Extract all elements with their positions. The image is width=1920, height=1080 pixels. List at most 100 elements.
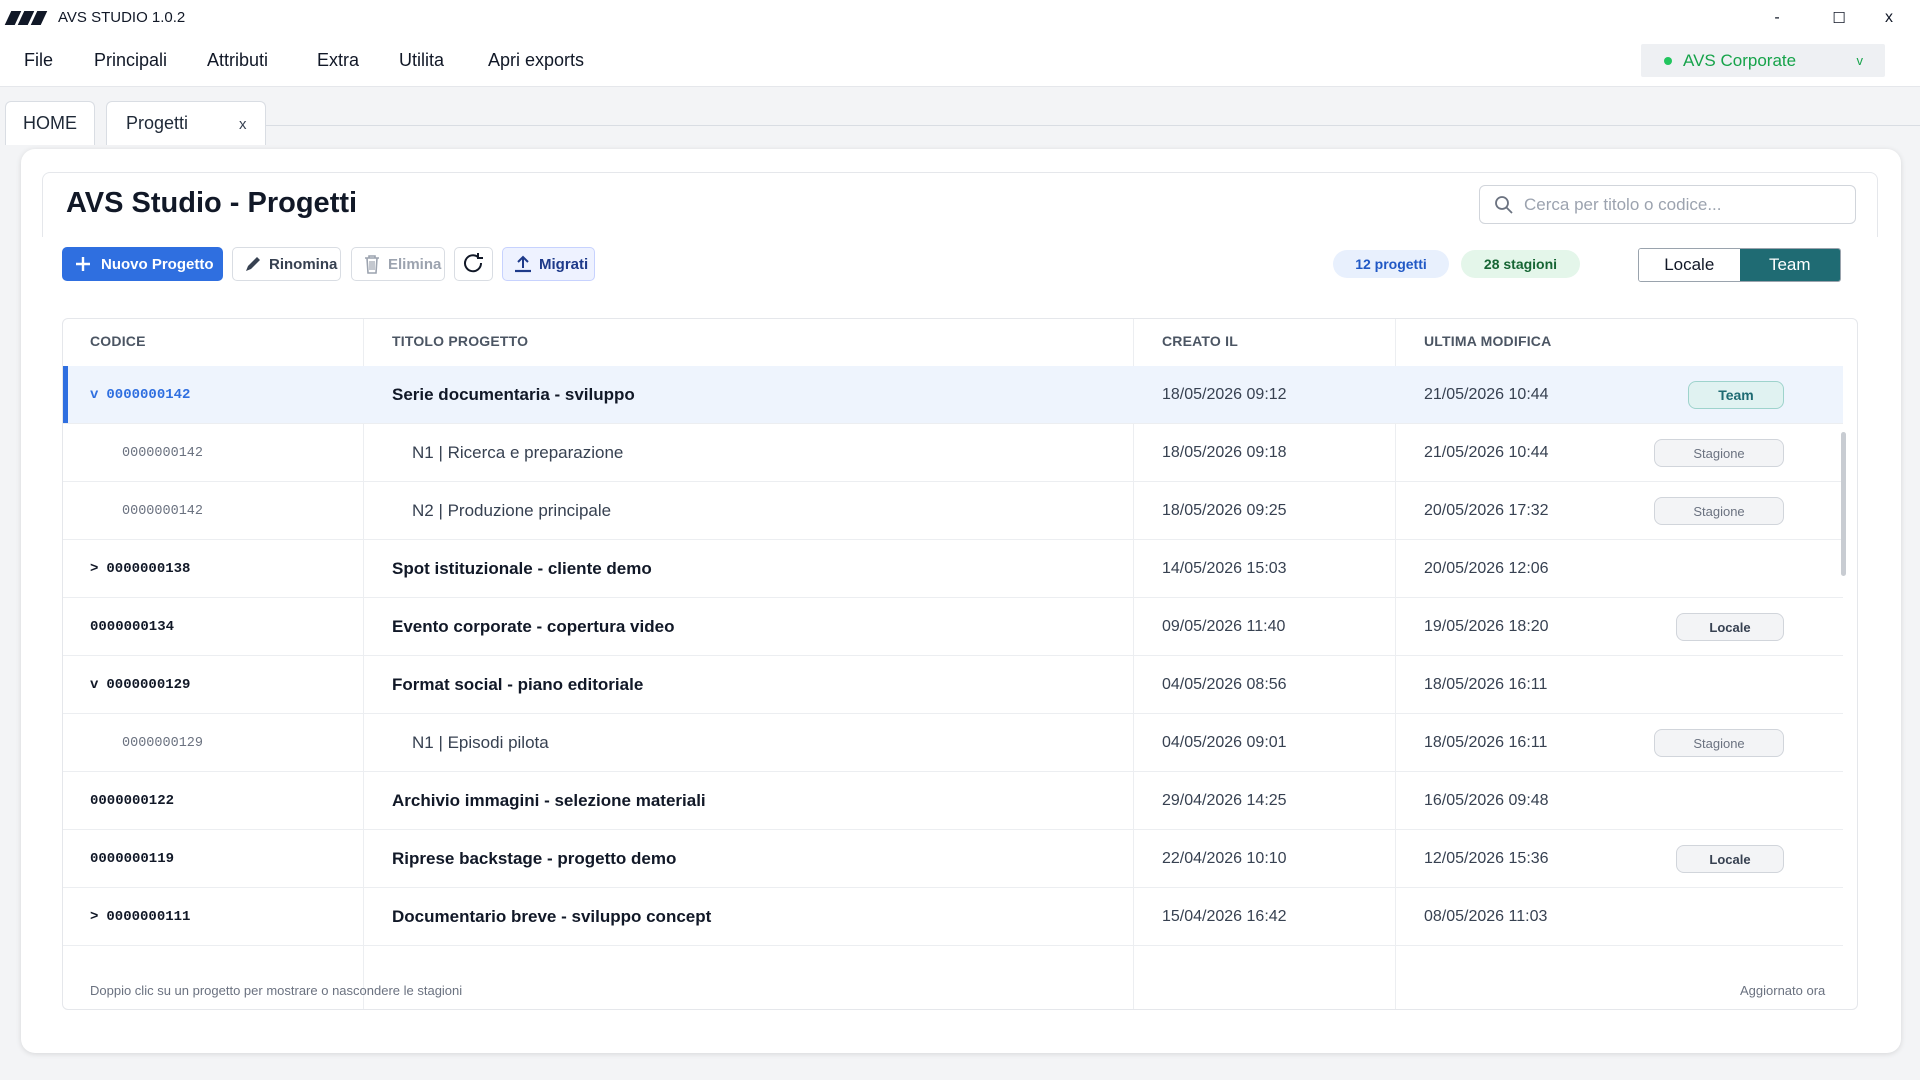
- search-icon: [1494, 195, 1514, 215]
- view-toggle: Locale Team: [1638, 248, 1841, 282]
- tab-home[interactable]: HOME: [5, 101, 95, 145]
- tab-progetti-label: Progetti: [126, 113, 189, 133]
- code-text: 0000000122: [90, 793, 175, 809]
- account-name: AVS Corporate: [1683, 50, 1797, 70]
- project-row[interactable]: 0000000122 Archivio immagini - selezione …: [63, 772, 1843, 830]
- tab-close-icon[interactable]: x: [239, 116, 247, 133]
- status-badge: Stagione: [1654, 497, 1784, 525]
- code-text: 0000000129: [106, 677, 191, 693]
- cell-title: Serie documentaria - sviluppo: [392, 385, 635, 404]
- code-text: 0000000142: [106, 387, 191, 403]
- cell-code: 0000000122: [90, 772, 174, 830]
- title-bar: AVS STUDIO 1.0.2 - ☐ x: [0, 0, 1920, 35]
- cell-created: 22/04/2026 10:10: [1162, 850, 1287, 867]
- close-window-button[interactable]: x: [1865, 0, 1913, 35]
- refresh-icon: [462, 252, 486, 276]
- view-local-option[interactable]: Locale: [1639, 249, 1740, 281]
- cell-code: >0000000138: [90, 540, 190, 598]
- season-row[interactable]: 0000000129 N1 | Episodi pilota 04/05/2026 …: [63, 714, 1843, 772]
- search-box[interactable]: [1479, 185, 1856, 224]
- cell-created: 04/05/2026 08:56: [1162, 676, 1287, 693]
- menu-file[interactable]: File: [24, 50, 53, 71]
- refresh-status: Aggiornato ora: [1740, 983, 1826, 998]
- expand-chevron-icon[interactable]: v: [90, 677, 98, 693]
- page-title: AVS Studio - Progetti: [66, 187, 358, 219]
- code-text: 0000000129: [122, 735, 204, 751]
- status-badge: Locale: [1676, 845, 1784, 873]
- cell-created: 14/05/2026 15:03: [1162, 560, 1287, 577]
- cell-code: 0000000142: [122, 424, 203, 482]
- cell-modified: 08/05/2026 11:03: [1424, 908, 1548, 925]
- app-logo: [4, 10, 48, 25]
- expand-chevron-icon[interactable]: v: [90, 387, 98, 403]
- cell-title: N2 | Produzione principale: [412, 501, 612, 520]
- cell-title: Spot istituzionale - cliente demo: [392, 559, 652, 578]
- cell-modified: 18/05/2026 16:11: [1424, 676, 1548, 693]
- cell-created: 15/04/2026 16:42: [1162, 908, 1287, 925]
- cell-title: N1 | Ricerca e preparazione: [412, 443, 624, 462]
- code-text: 0000000134: [90, 619, 175, 635]
- collapse-chevron-icon[interactable]: >: [90, 909, 98, 925]
- code-text: 0000000142: [122, 445, 204, 461]
- pencil-icon: [241, 252, 265, 276]
- cell-created: 18/05/2026 09:12: [1162, 386, 1287, 403]
- project-row[interactable]: v 0000000142 Serie documentaria - sviluppo…: [63, 366, 1843, 424]
- code-text: 0000000138: [106, 561, 191, 577]
- cell-modified: 21/05/2026 10:44: [1424, 386, 1549, 403]
- header-creato[interactable]: CREATO IL: [1162, 333, 1238, 349]
- cell-modified: 21/05/2026 10:44: [1424, 444, 1549, 461]
- cell-modified: 18/05/2026 16:11: [1424, 734, 1548, 751]
- cell-code: v 0000000129: [90, 656, 190, 714]
- cell-title: Archivio immagini - selezione materiali: [392, 791, 706, 810]
- refresh-button[interactable]: [454, 247, 493, 281]
- delete-button[interactable]: Elimina: [351, 247, 445, 281]
- status-badge: Team: [1688, 381, 1784, 409]
- cell-created: 18/05/2026 09:18: [1162, 444, 1287, 461]
- search-input[interactable]: [1524, 194, 1834, 215]
- minimize-button[interactable]: -: [1753, 0, 1801, 35]
- new-project-button[interactable]: Nuovo Progetto: [62, 247, 223, 281]
- menu-utilita[interactable]: Utilita: [399, 50, 444, 71]
- project-row[interactable]: 0000000134 Evento corporate - copertura v…: [63, 598, 1843, 656]
- cell-created: 09/05/2026 11:40: [1162, 618, 1286, 635]
- seasons-count-badge: 28 stagioni: [1461, 250, 1580, 278]
- menu-bar: File Principali Attributi Extra Utilita …: [0, 35, 1920, 87]
- scrollbar-thumb[interactable]: [1841, 432, 1846, 576]
- cell-created: 29/04/2026 14:25: [1162, 792, 1287, 809]
- project-row[interactable]: v 0000000129 Format social - piano editori…: [63, 656, 1843, 714]
- maximize-button[interactable]: ☐: [1815, 0, 1863, 35]
- cell-code: 0000000134: [90, 598, 174, 656]
- menu-principali[interactable]: Principali: [94, 50, 167, 71]
- cell-created: 18/05/2026 09:25: [1162, 502, 1287, 519]
- rename-button[interactable]: Rinomina: [232, 247, 341, 281]
- cell-modified: 19/05/2026 18:20: [1424, 618, 1549, 635]
- code-text: 0000000119: [90, 851, 175, 867]
- header-modifica[interactable]: ULTIMA MODIFICA: [1424, 333, 1551, 349]
- status-dot-icon: [1664, 56, 1672, 65]
- cell-title: Format social - piano editoriale: [392, 675, 644, 694]
- season-row[interactable]: 0000000142 N1 | Ricerca e preparazione 18/…: [63, 424, 1843, 482]
- menu-apri-exports[interactable]: Apri exports: [488, 50, 584, 71]
- tab-progetti[interactable]: Progetti x: [106, 101, 266, 145]
- menu-extra[interactable]: Extra: [317, 50, 359, 71]
- cell-code: >0000000111: [90, 888, 190, 946]
- account-selector[interactable]: AVS Corporate v: [1641, 44, 1885, 77]
- migrated-label: Migrati: [539, 255, 589, 273]
- project-row[interactable]: >0000000111 Documentario breve - sviluppo…: [63, 888, 1843, 946]
- project-row[interactable]: 0000000119 Riprese backstage - progetto d…: [63, 830, 1843, 888]
- cell-code: 0000000119: [90, 830, 174, 888]
- header-codice[interactable]: CODICE: [90, 333, 146, 349]
- table-hint: Doppio clic su un progetto per mostrare …: [90, 983, 463, 998]
- project-row[interactable]: >0000000138 Spot istituzionale - cliente …: [63, 540, 1843, 598]
- cell-modified: 20/05/2026 12:06: [1424, 560, 1549, 577]
- collapse-chevron-icon[interactable]: >: [90, 561, 98, 577]
- season-row[interactable]: 0000000142 N2 | Produzione principale 18/0…: [63, 482, 1843, 540]
- cell-title: Evento corporate - copertura video: [392, 617, 675, 636]
- migrated-button[interactable]: Migrati: [502, 247, 595, 281]
- header-titolo[interactable]: TITOLO PROGETTO: [392, 333, 528, 349]
- tab-divider: [266, 125, 1920, 126]
- cell-created: 04/05/2026 09:01: [1162, 734, 1287, 751]
- menu-attributi[interactable]: Attributi: [207, 50, 268, 71]
- new-project-label: Nuovo Progetto: [101, 255, 214, 273]
- view-team-option[interactable]: Team: [1739, 249, 1840, 281]
